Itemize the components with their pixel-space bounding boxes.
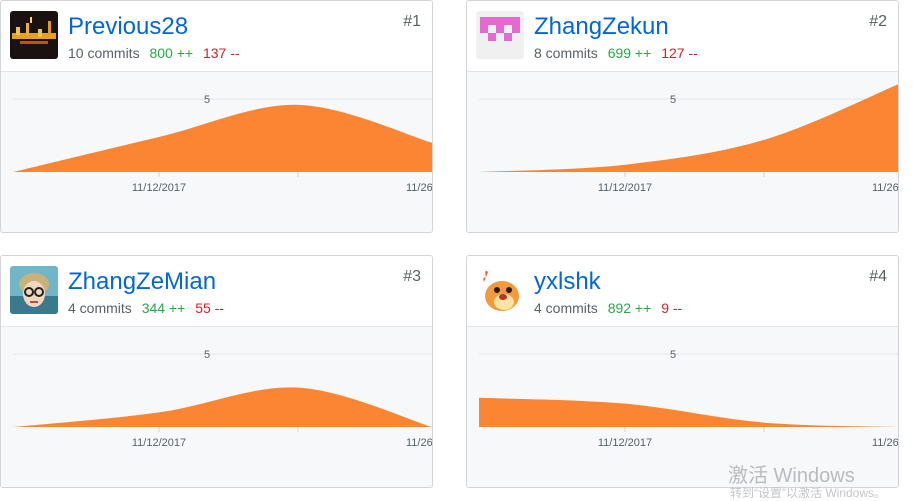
commit-area [13,104,432,172]
commit-area [479,397,898,427]
avatar[interactable] [476,11,524,59]
chart-svg: 5 11/12/2017 11/26/2 [13,349,433,449]
deletions-count: 127 -- [661,45,698,61]
x-tick-label: 11/12/2017 [598,182,652,194]
commit-count: 4 commits [534,300,598,316]
commit-count: 8 commits [534,45,598,61]
commit-area [479,84,898,172]
username-link[interactable]: ZhangZeMian [68,267,216,297]
x-tick-label: 11/12/2017 [598,437,652,449]
y-tick-label: 5 [204,94,210,106]
contributor-card-2: ZhangZekun 8 commits 699 ++ 127 -- #2 5 … [466,0,899,233]
avatar[interactable] [10,11,58,59]
commit-count: 4 commits [68,300,132,316]
contributor-card-4: yxlshk 4 commits 892 ++ 9 -- #4 5 11/12/… [466,255,899,488]
username-link[interactable]: yxlshk [534,267,601,297]
commit-stats: 10 commits 800 ++ 137 -- [68,44,240,62]
card-header: ZhangZeMian 4 commits 344 ++ 55 -- #3 [1,256,432,327]
x-tick-label: 11/12/2017 [132,437,186,449]
contributor-card-1: Previous28 10 commits 800 ++ 137 -- #1 5… [0,0,433,233]
avatar[interactable] [476,266,524,314]
rank-label: #4 [869,268,887,285]
commit-stats: 4 commits 344 ++ 55 -- [68,299,224,317]
deletions-count: 9 -- [661,300,683,316]
commit-stats: 8 commits 699 ++ 127 -- [534,44,698,62]
windows-activation-hint: 转到“设置”以激活 Windows。 [730,486,887,500]
commit-stats: 4 commits 892 ++ 9 -- [534,299,682,317]
contributor-card-3: ZhangZeMian 4 commits 344 ++ 55 -- #3 5 … [0,255,433,488]
additions-count: 344 ++ [141,300,186,316]
chart-svg: 5 11/12/2017 11/26/2 [479,84,899,194]
commit-count: 10 commits [68,45,140,61]
y-tick-label: 5 [670,94,676,106]
username-link[interactable]: Previous28 [68,12,188,42]
y-tick-label: 5 [670,349,676,361]
x-tick-label: 11/26/2 [406,182,433,194]
commit-area [13,387,432,427]
commit-activity-chart: 5 11/12/2017 11/26/2 [1,72,432,232]
x-tick-label: 11/26/2 [406,437,433,449]
additions-count: 892 ++ [607,300,652,316]
rank-label: #1 [403,13,421,30]
deletions-count: 55 -- [195,300,224,316]
additions-count: 800 ++ [149,45,194,61]
x-tick-label: 11/26/2 [872,437,899,449]
y-tick-label: 5 [204,349,210,361]
deletions-count: 137 -- [202,45,240,61]
commit-activity-chart: 5 11/12/2017 11/26/2 [1,327,432,487]
card-header: Previous28 10 commits 800 ++ 137 -- #1 [1,1,432,72]
x-tick-label: 11/12/2017 [132,182,186,194]
username-link[interactable]: ZhangZekun [534,12,669,42]
card-header: yxlshk 4 commits 892 ++ 9 -- #4 [467,256,898,327]
chart-svg: 5 11/12/2017 11/26/2 [13,94,433,194]
additions-count: 699 ++ [607,45,652,61]
card-header: ZhangZekun 8 commits 699 ++ 127 -- #2 [467,1,898,72]
rank-label: #2 [869,13,887,30]
x-tick-label: 11/26/2 [872,182,899,194]
rank-label: #3 [403,268,421,285]
commit-activity-chart: 5 11/12/2017 11/26/2 [467,72,898,232]
avatar[interactable] [10,266,58,314]
